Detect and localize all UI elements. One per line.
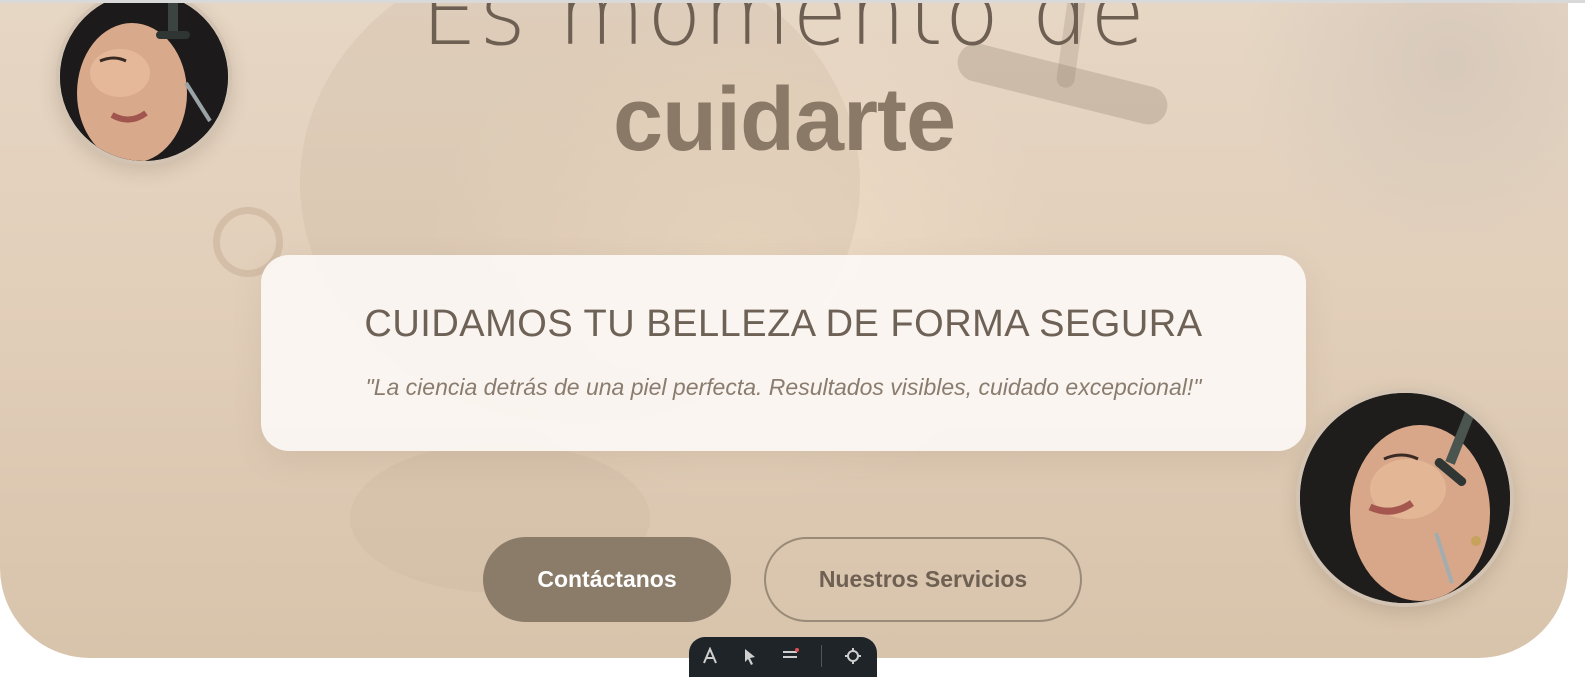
face-photo-illustration <box>60 3 228 161</box>
pointer-icon[interactable] <box>741 647 759 665</box>
tagline-heading: CUIDAMOS TU BELLEZA DE FORMA SEGURA <box>364 303 1203 345</box>
toolbar-divider <box>821 645 822 667</box>
hero-title-line2: cuidarte <box>612 70 956 170</box>
settings-icon[interactable] <box>844 647 862 665</box>
services-button[interactable]: Nuestros Servicios <box>764 537 1082 622</box>
contact-button[interactable]: Contáctanos <box>483 537 731 622</box>
hero-title-line1: Es momento de <box>421 3 1147 66</box>
menu-icon[interactable] <box>781 647 799 665</box>
tagline-card: CUIDAMOS TU BELLEZA DE FORMA SEGURA "La … <box>261 255 1306 451</box>
floating-toolbar <box>689 637 877 677</box>
text-icon[interactable] <box>701 646 719 665</box>
tagline-quote: "La ciencia detrás de una piel perfecta.… <box>365 374 1202 400</box>
face-treatment-photo-bottom <box>1296 389 1514 607</box>
hero-section: Es momento de cuidarte CUIDAMOS TU BELLE… <box>0 3 1568 658</box>
face-photo-illustration <box>1300 393 1510 603</box>
